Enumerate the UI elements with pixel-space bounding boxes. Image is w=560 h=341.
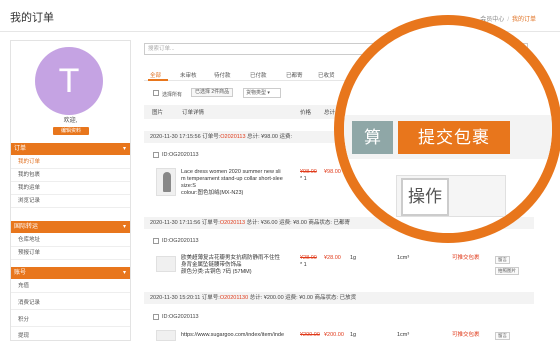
order-number[interactable]: O2020113 [220, 134, 245, 140]
submit-parcel-button[interactable]: 提交包裹 [398, 121, 510, 154]
sidebar-item-withdraw[interactable]: 提现 [11, 330, 130, 341]
header-details: 订单详情 [182, 110, 205, 116]
chevron-down-icon: ▾ [122, 146, 126, 152]
product-details: 欧美超薄复古花瓣男女抗病防静雨不住性 身背金属坠链腰带伤饰品 颜色分类:古铜色 … [181, 255, 293, 276]
tab-received[interactable]: 已收货 [318, 71, 335, 79]
photo-button[interactable]: 拍照图片 [495, 267, 519, 275]
quantity: * 1 [300, 262, 307, 268]
header-total: 总计 [324, 110, 336, 116]
page-title: 我的订单 [10, 12, 54, 24]
message-button[interactable]: 留言 [495, 256, 510, 264]
order-total: 总计: ¥36.00 运费: ¥8.00 商品状态: 已都寄 [246, 220, 350, 226]
sidebar-section-label: 国际转运 [14, 224, 39, 230]
avatar[interactable]: T [35, 47, 103, 115]
order-total: 总计: ¥200.00 运费: ¥0.00 商品状态: 已放货 [249, 295, 357, 301]
tab-shipped[interactable]: 已都寄 [286, 71, 303, 79]
sidebar-item-recharge[interactable]: 充值 [11, 280, 130, 293]
order-checkbox[interactable] [153, 238, 159, 244]
tab-unpaid[interactable]: 待付款 [214, 71, 231, 79]
chevron-down-icon: ▾ [122, 224, 126, 230]
operation-label: 操作 [401, 178, 449, 216]
sidebar-item-my-waybills[interactable]: 我的运单 [11, 182, 130, 195]
magnifier-callout: 算 提交包裹 操作 [334, 15, 560, 243]
product-title[interactable]: 欧美超薄复古花瓣男女抗病防静雨不住性 [181, 255, 293, 262]
price-cell: ¥28.00 * 1 [300, 255, 317, 269]
active-tab-indicator [148, 79, 168, 81]
original-price: ¥200.00 [300, 332, 320, 338]
sidebar-section-label: 订单 [14, 146, 27, 152]
total-price: ¥28.00 [324, 255, 341, 261]
weight: 1g [350, 255, 357, 261]
breadcrumb-current: 我的订单 [511, 17, 536, 23]
order-no-label: 订单号: [202, 134, 221, 140]
order-date: 2020-11-30 17:15:56 [150, 134, 201, 140]
order-number[interactable]: O2020113 [220, 220, 245, 226]
product-title[interactable]: Lace dress women 2020 summer new sli [181, 169, 293, 176]
sidebar-section-account[interactable]: 账号 ▾ [11, 267, 130, 279]
order-item-id: ID:OG2020113 [162, 314, 199, 320]
product-figure [163, 172, 171, 192]
edit-profile-button[interactable]: 编辑资料 [53, 127, 89, 135]
product-link[interactable]: https://www.sugargoo.com/index/item/inde [181, 332, 293, 339]
sidebar-item-my-parcels[interactable]: 我的包裹 [11, 169, 130, 182]
header-price: 价格 [300, 110, 312, 116]
order-total: 总计: ¥98.00 运费: [247, 134, 292, 140]
original-price: ¥98.00 [300, 169, 317, 175]
goods-type-select[interactable]: 货物类型 ▾ [243, 88, 281, 98]
product-size: size:S [181, 183, 196, 189]
order-date: 2020-11-30 17:11:56 [150, 220, 201, 226]
order-no-label: 订单号: [201, 220, 220, 226]
price-cell: ¥98.00 * 1 [300, 169, 317, 183]
total-price: ¥200.00 [324, 332, 344, 338]
tab-paid[interactable]: 已付款 [250, 71, 267, 79]
quantity: * 1 [300, 176, 307, 182]
select-all-checkbox[interactable] [153, 90, 159, 96]
sidebar-item-forecast-orders[interactable]: 预报订单 [11, 247, 130, 260]
total-price: ¥98.00 [324, 169, 341, 175]
product-colour: colour:图色加绒(MX-N23) [181, 190, 244, 196]
status-badge: 可推交包裹 [452, 255, 480, 261]
sidebar-item-my-orders[interactable]: 我的订单 [11, 156, 130, 169]
order-item-id: ID:OG2020113 [162, 152, 199, 158]
product-image[interactable] [156, 256, 176, 272]
select-all-label: 选择所有 [162, 92, 183, 98]
breadcrumb-separator: / [507, 17, 509, 23]
product-details: Lace dress women 2020 summer new sli m t… [181, 169, 293, 197]
sidebar-item-warehouse-address[interactable]: 仓库地址 [11, 234, 130, 247]
order-item-id: ID:OG2020113 [162, 238, 199, 244]
chevron-down-icon: ▾ [122, 270, 126, 276]
header-image: 图片 [152, 110, 164, 116]
product-colour: 颜色分类:古铜色 7码 (57MM) [181, 269, 252, 275]
original-price: ¥28.00 [300, 255, 317, 261]
welcome-text: 欢迎, [63, 118, 78, 124]
sidebar-section-forwarding[interactable]: 国际转运 ▾ [11, 221, 130, 233]
message-button[interactable]: 留言 [495, 332, 510, 340]
sidebar: T 欢迎, 编辑资料 订单 ▾ 我的订单 我的包裹 我的运单 浏览记录 国际转运 ▾… [10, 40, 131, 341]
tab-all[interactable]: 全部 [150, 71, 161, 79]
sidebar-section-orders[interactable]: 订单 ▾ [11, 143, 130, 155]
order-no-label: 订单号: [201, 295, 220, 301]
goods-type-value: 货物类型 [246, 90, 267, 96]
volume: 1cm³ [397, 255, 410, 261]
weight: 1g [350, 332, 357, 338]
status-badge: 可推交包裹 [452, 332, 480, 338]
selected-count: 已选择 2件商品 [191, 88, 234, 97]
sidebar-section-label: 账号 [14, 270, 27, 276]
product-title-cont: 身背金属坠链腰带伤饰品 [181, 262, 242, 268]
sidebar-item-points[interactable]: 积分 [11, 314, 130, 327]
order-number[interactable]: O20201130 [220, 295, 248, 301]
sidebar-item-spending[interactable]: 消费记录 [11, 297, 130, 310]
volume: 1cm³ [397, 332, 410, 338]
order-header: 2020-11-30 15:20:11 订单号:O20201130 总计: ¥2… [144, 292, 534, 304]
order-date: 2020-11-30 15:20:11 [150, 295, 201, 301]
tab-unreviewed[interactable]: 未审核 [180, 71, 197, 79]
product-image[interactable] [156, 168, 176, 196]
order-checkbox[interactable] [153, 314, 159, 320]
product-image[interactable] [156, 330, 176, 341]
sidebar-item-history[interactable]: 浏览记录 [11, 195, 130, 208]
zoomed-operation-cell: 操作 [396, 175, 506, 217]
order-checkbox[interactable] [153, 152, 159, 158]
calculate-button[interactable]: 算 [352, 121, 393, 154]
product-title-cont: m temperament stand-up collar short-slee [181, 176, 283, 182]
